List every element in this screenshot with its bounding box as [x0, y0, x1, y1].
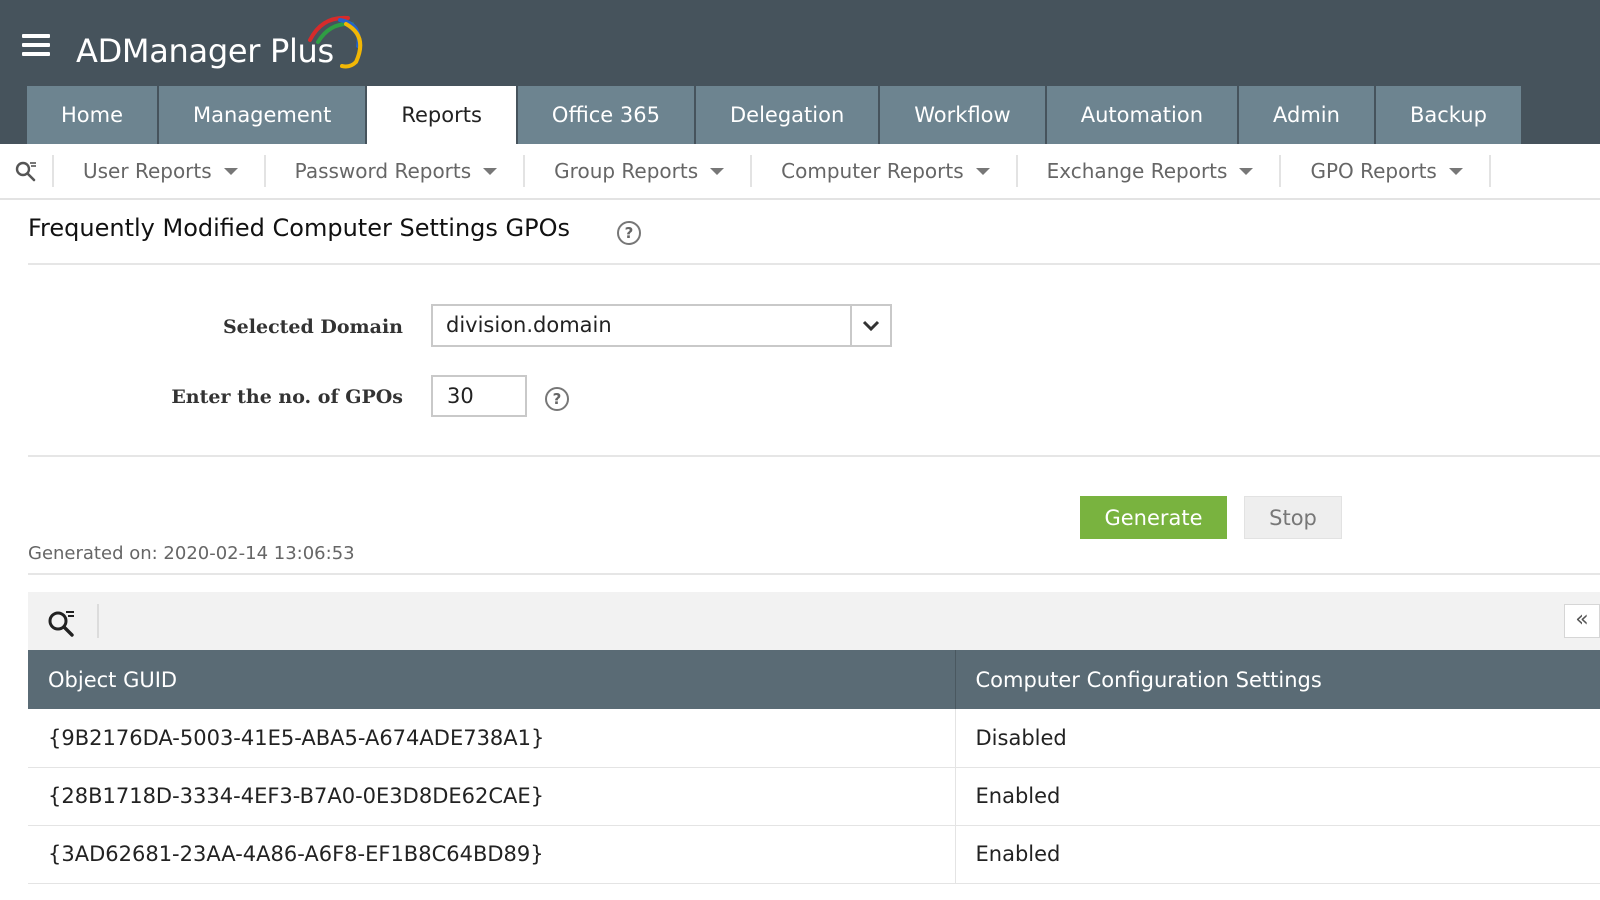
table-row[interactable]: {28B1718D-3334-4EF3-B7A0-0E3D8DE62CAE} E… — [28, 767, 1600, 826]
search-filter-icon[interactable] — [0, 155, 54, 187]
cell-computer-settings: Enabled — [955, 767, 1600, 826]
caret-down-icon — [1448, 167, 1463, 175]
tab-workflow[interactable]: Workflow — [880, 86, 1045, 144]
cell-object-guid: {28B1718D-3334-4EF3-B7A0-0E3D8DE62CAE} — [28, 767, 956, 826]
subnav-label: User Reports — [83, 159, 212, 183]
generate-button[interactable]: Generate — [1080, 496, 1227, 539]
stop-button[interactable]: Stop — [1244, 496, 1342, 539]
divider — [28, 455, 1600, 457]
subnav-label: GPO Reports — [1310, 159, 1437, 183]
domain-label: Selected Domain — [222, 316, 403, 338]
divider — [28, 573, 1600, 575]
double-chevron-left-icon[interactable]: « — [1564, 604, 1600, 638]
subnav-label: Group Reports — [554, 159, 699, 183]
domain-select-value: division.domain — [446, 313, 612, 337]
search-filter-icon[interactable] — [46, 606, 78, 638]
help-circle-icon[interactable]: ? — [617, 221, 641, 245]
subnav-label: Exchange Reports — [1046, 159, 1228, 183]
toolbar-divider — [97, 604, 99, 638]
table-row[interactable]: {3AD62681-23AA-4A86-A6F8-EF1B8C64BD89} E… — [28, 825, 1600, 884]
app-logo-text: ADManager Plus — [76, 32, 334, 70]
main-tab-bar: Home Management Reports Office 365 Deleg… — [27, 86, 1523, 144]
tab-admin[interactable]: Admin — [1239, 86, 1374, 144]
divider — [28, 263, 1600, 265]
page-title: Frequently Modified Computer Settings GP… — [28, 214, 571, 242]
table-toolbar: « — [28, 592, 1600, 650]
tab-office-365[interactable]: Office 365 — [517, 86, 694, 144]
cell-object-guid: {3AD62681-23AA-4A86-A6F8-EF1B8C64BD89} — [28, 825, 956, 884]
subnav-group-reports[interactable]: Group Reports — [525, 155, 753, 187]
reports-sub-navigation: User Reports Password Reports Group Repo… — [0, 144, 1600, 200]
caret-down-icon — [975, 167, 990, 175]
generated-on-timestamp: Generated on: 2020-02-14 13:06:53 — [28, 543, 355, 564]
table-row[interactable]: {9B2176DA-5003-41E5-ABA5-A674ADE738A1} D… — [28, 709, 1600, 768]
caret-down-icon — [483, 167, 498, 175]
subnav-exchange-reports[interactable]: Exchange Reports — [1018, 155, 1282, 187]
cell-computer-settings: Disabled — [955, 709, 1600, 768]
cell-computer-settings: Enabled — [955, 825, 1600, 884]
subnav-computer-reports[interactable]: Computer Reports — [752, 155, 1018, 187]
tab-home[interactable]: Home — [27, 86, 158, 144]
app-logo[interactable]: ADManager Plus — [76, 15, 363, 76]
gpo-count-input[interactable] — [431, 375, 527, 417]
help-circle-icon[interactable]: ? — [545, 387, 569, 411]
tab-management[interactable]: Management — [159, 86, 366, 144]
tab-delegation[interactable]: Delegation — [695, 86, 879, 144]
domain-select[interactable]: division.domain — [431, 304, 892, 347]
tab-reports[interactable]: Reports — [367, 86, 516, 144]
caret-down-icon — [223, 167, 238, 175]
table-header-row: Object GUID Computer Configuration Setti… — [28, 650, 1600, 709]
gpo-count-label: Enter the no. of GPOs — [171, 386, 403, 408]
caret-down-icon — [1239, 167, 1254, 175]
logo-arcs-icon — [308, 15, 363, 69]
subnav-password-reports[interactable]: Password Reports — [266, 155, 526, 187]
column-header-object-guid[interactable]: Object GUID — [28, 650, 956, 709]
app-header: ADManager Plus Home Management Reports O… — [0, 0, 1600, 144]
subnav-label: Computer Reports — [781, 159, 964, 183]
report-table: Object GUID Computer Configuration Setti… — [28, 650, 1600, 884]
subnav-user-reports[interactable]: User Reports — [54, 155, 266, 187]
tab-backup[interactable]: Backup — [1375, 86, 1521, 144]
subnav-label: Password Reports — [294, 159, 472, 183]
chevron-down-icon[interactable] — [850, 306, 890, 345]
subnav-gpo-reports[interactable]: GPO Reports — [1281, 155, 1491, 187]
hamburger-menu-icon[interactable] — [22, 34, 50, 62]
tab-automation[interactable]: Automation — [1046, 86, 1238, 144]
column-header-computer-configuration-settings[interactable]: Computer Configuration Settings — [955, 650, 1600, 709]
caret-down-icon — [710, 167, 725, 175]
cell-object-guid: {9B2176DA-5003-41E5-ABA5-A674ADE738A1} — [28, 709, 956, 768]
